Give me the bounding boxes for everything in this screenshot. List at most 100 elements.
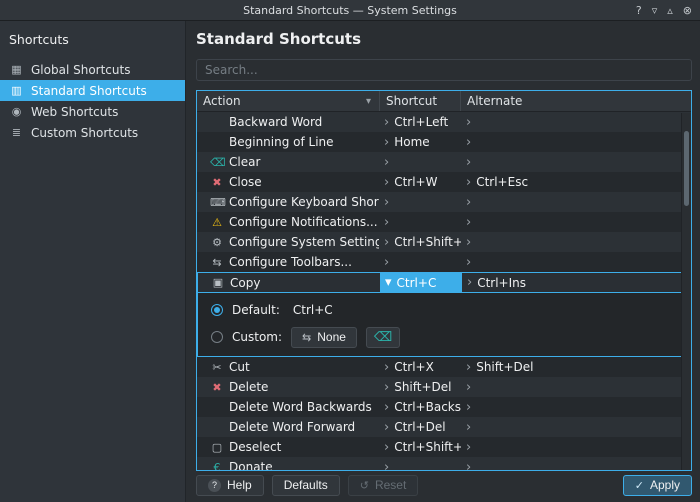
- table-row[interactable]: ▢ Deselect › Ctrl+Shift+A ›: [197, 437, 691, 457]
- alternate-cell[interactable]: ›: [461, 252, 691, 272]
- shortcut-cell[interactable]: › Shift+Del: [379, 377, 461, 397]
- chevron-right-icon[interactable]: ›: [466, 401, 471, 414]
- maximize-icon[interactable]: ▵: [667, 5, 673, 16]
- action-cell[interactable]: ▢ Deselect: [197, 437, 379, 457]
- alternate-cell[interactable]: ›: [461, 132, 691, 152]
- chevron-right-icon[interactable]: ›: [466, 156, 471, 169]
- shortcut-cell[interactable]: ›: [379, 152, 461, 172]
- table-row[interactable]: ⇆ Configure Toolbars... › ›: [197, 252, 691, 272]
- chevron-right-icon[interactable]: ›: [384, 421, 389, 434]
- chevron-right-icon[interactable]: ›: [384, 236, 389, 249]
- chevron-right-icon[interactable]: ›: [466, 216, 471, 229]
- alternate-cell[interactable]: ›: [461, 377, 691, 397]
- table-row[interactable]: Delete Word Backwards › Ctrl+Backspace ›: [197, 397, 691, 417]
- action-cell[interactable]: ⚠ Configure Notifications...: [197, 212, 379, 232]
- defaults-button[interactable]: Defaults: [272, 475, 340, 496]
- shortcut-cell[interactable]: ›: [379, 212, 461, 232]
- search-input[interactable]: [196, 59, 692, 81]
- sidebar-item-custom-shortcuts[interactable]: ≣ Custom Shortcuts: [0, 122, 185, 143]
- chevron-right-icon[interactable]: ›: [466, 441, 471, 454]
- table-row[interactable]: Beginning of Line › Home ›: [197, 132, 691, 152]
- table-row[interactable]: Backward Word › Ctrl+Left ›: [197, 112, 691, 132]
- column-header-alternate[interactable]: Alternate: [461, 91, 691, 111]
- alternate-cell[interactable]: › Ctrl+Esc: [461, 172, 691, 192]
- table-row[interactable]: ⚠ Configure Notifications... › ›: [197, 212, 691, 232]
- chevron-right-icon[interactable]: ›: [384, 196, 389, 209]
- column-header-action[interactable]: Action ▾: [197, 91, 379, 111]
- vertical-scrollbar[interactable]: [681, 113, 691, 470]
- chevron-down-icon[interactable]: ▾: [385, 276, 392, 289]
- shortcut-cell[interactable]: ›: [379, 192, 461, 212]
- shortcut-cell[interactable]: › Ctrl+X: [379, 357, 461, 377]
- action-cell[interactable]: ✖ Close: [197, 172, 379, 192]
- shortcut-cell[interactable]: ▾ Ctrl+C: [380, 273, 462, 292]
- alternate-cell[interactable]: › Shift+Del: [461, 357, 691, 377]
- alternate-cell[interactable]: ›: [461, 397, 691, 417]
- action-cell[interactable]: Backward Word: [197, 112, 379, 132]
- alternate-cell[interactable]: ›: [461, 112, 691, 132]
- chevron-right-icon[interactable]: ›: [467, 276, 472, 289]
- action-cell[interactable]: ⚙ Configure System Settings...: [197, 232, 379, 252]
- default-radio[interactable]: [211, 304, 223, 316]
- chevron-right-icon[interactable]: ›: [384, 216, 389, 229]
- sidebar-item-web-shortcuts[interactable]: ◉ Web Shortcuts: [0, 101, 185, 122]
- table-row[interactable]: € Donate › ›: [197, 457, 691, 470]
- chevron-right-icon[interactable]: ›: [466, 176, 471, 189]
- chevron-right-icon[interactable]: ›: [384, 136, 389, 149]
- shortcut-cell[interactable]: › Ctrl+W: [379, 172, 461, 192]
- shortcut-cell[interactable]: › Ctrl+Shift+,: [379, 232, 461, 252]
- apply-button[interactable]: ✓ Apply: [623, 475, 692, 496]
- table-row[interactable]: ⚙ Configure System Settings... › Ctrl+Sh…: [197, 232, 691, 252]
- action-cell[interactable]: Beginning of Line: [197, 132, 379, 152]
- chevron-right-icon[interactable]: ›: [384, 176, 389, 189]
- action-cell[interactable]: ✖ Delete: [197, 377, 379, 397]
- action-cell[interactable]: ▣ Copy: [198, 273, 380, 292]
- shortcut-cell[interactable]: › Ctrl+Del: [379, 417, 461, 437]
- shortcut-cell[interactable]: › Ctrl+Shift+A: [379, 437, 461, 457]
- chevron-right-icon[interactable]: ›: [466, 196, 471, 209]
- action-cell[interactable]: Delete Word Backwards: [197, 397, 379, 417]
- table-row[interactable]: ⌨ Configure Keyboard Shortcuts... › ›: [197, 192, 691, 212]
- alternate-cell[interactable]: ›: [461, 457, 691, 470]
- custom-radio[interactable]: [211, 331, 223, 343]
- action-cell[interactable]: Delete Word Forward: [197, 417, 379, 437]
- sidebar-item-global-shortcuts[interactable]: ▦ Global Shortcuts: [0, 59, 185, 80]
- table-row[interactable]: ✖ Close › Ctrl+W › Ctrl+Esc: [197, 172, 691, 192]
- chevron-right-icon[interactable]: ›: [466, 256, 471, 269]
- shortcut-cell[interactable]: › Home: [379, 132, 461, 152]
- clear-shortcut-button[interactable]: ⌫: [366, 327, 400, 348]
- alternate-cell[interactable]: ›: [461, 232, 691, 252]
- action-cell[interactable]: ⌨ Configure Keyboard Shortcuts...: [197, 192, 379, 212]
- chevron-right-icon[interactable]: ›: [384, 401, 389, 414]
- help-window-button[interactable]: ?: [636, 5, 642, 16]
- table-row[interactable]: ⌫ Clear › ›: [197, 152, 691, 172]
- help-button[interactable]: ? Help: [196, 475, 264, 496]
- alternate-cell[interactable]: ›: [461, 212, 691, 232]
- close-window-icon[interactable]: ⊗: [683, 5, 692, 16]
- action-cell[interactable]: ✂ Cut: [197, 357, 379, 377]
- action-cell[interactable]: ⇆ Configure Toolbars...: [197, 252, 379, 272]
- shortcut-cell[interactable]: ›: [379, 457, 461, 470]
- alternate-cell[interactable]: › Ctrl+Ins: [462, 273, 690, 292]
- shortcut-cell[interactable]: ›: [379, 252, 461, 272]
- alternate-cell[interactable]: ›: [461, 192, 691, 212]
- table-row[interactable]: ✖ Delete › Shift+Del ›: [197, 377, 691, 397]
- chevron-right-icon[interactable]: ›: [466, 361, 471, 374]
- table-row[interactable]: Delete Word Forward › Ctrl+Del ›: [197, 417, 691, 437]
- chevron-right-icon[interactable]: ›: [466, 136, 471, 149]
- chevron-right-icon[interactable]: ›: [466, 381, 471, 394]
- alternate-cell[interactable]: ›: [461, 152, 691, 172]
- sidebar-item-standard-shortcuts[interactable]: ▥ Standard Shortcuts: [0, 80, 185, 101]
- chevron-right-icon[interactable]: ›: [466, 461, 471, 471]
- custom-shortcut-button[interactable]: ⇆ None: [291, 327, 357, 348]
- reset-button[interactable]: ↺ Reset: [348, 475, 419, 496]
- table-row[interactable]: ✂ Cut › Ctrl+X › Shift+Del: [197, 357, 691, 377]
- chevron-right-icon[interactable]: ›: [384, 116, 389, 129]
- action-cell[interactable]: ⌫ Clear: [197, 152, 379, 172]
- titlebar[interactable]: Standard Shortcuts — System Settings ? ▿…: [0, 0, 700, 21]
- chevron-right-icon[interactable]: ›: [384, 256, 389, 269]
- chevron-right-icon[interactable]: ›: [384, 361, 389, 374]
- chevron-right-icon[interactable]: ›: [466, 421, 471, 434]
- chevron-right-icon[interactable]: ›: [466, 236, 471, 249]
- chevron-right-icon[interactable]: ›: [384, 441, 389, 454]
